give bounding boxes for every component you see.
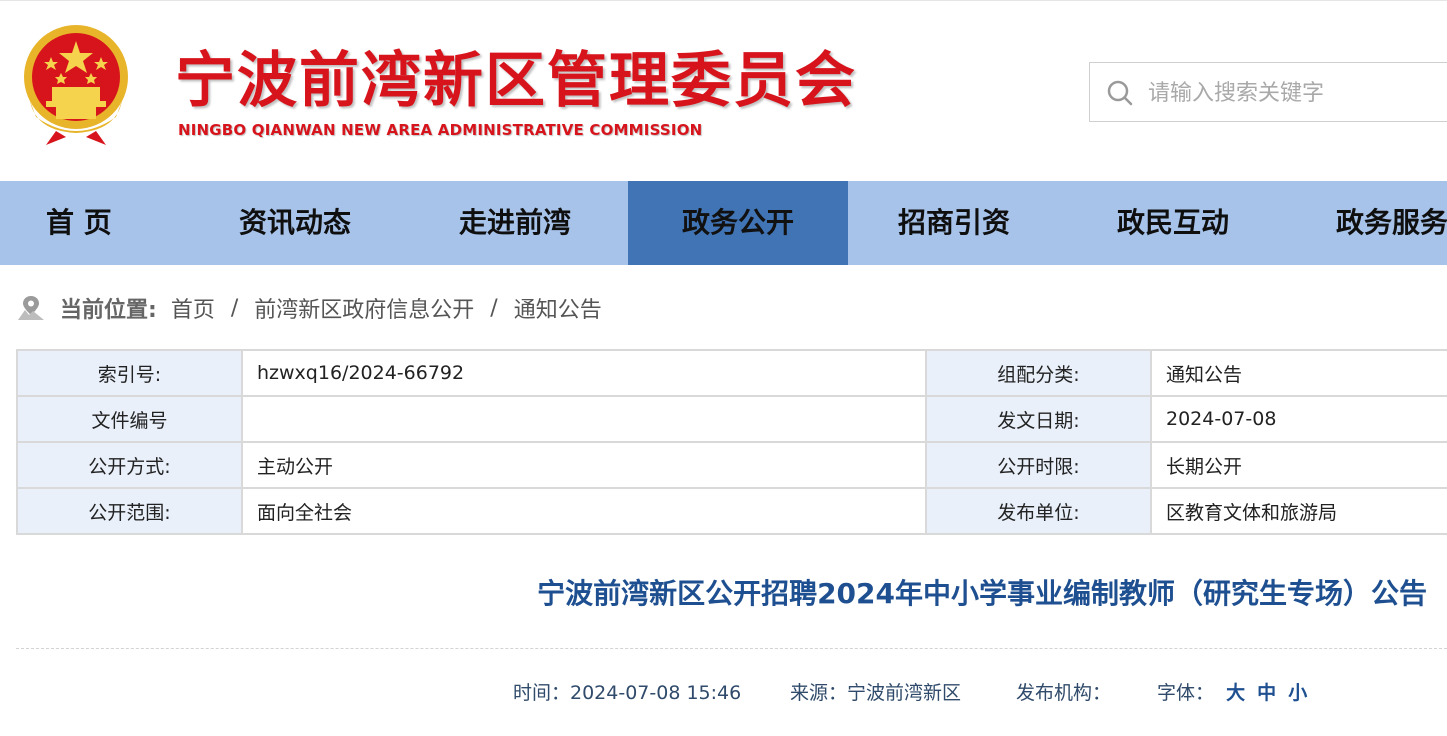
location-icon (18, 296, 44, 320)
font-size-label: 字体： (1157, 682, 1215, 704)
search-box[interactable] (1089, 62, 1447, 122)
site-title: 宁波前湾新区管理委员会 (175, 46, 857, 116)
info-key: 公开方式: (16, 441, 243, 489)
divider (16, 648, 1447, 649)
article-title: 宁波前湾新区公开招聘2024年中小学事业编制教师（研究生专场）公告 (537, 577, 1427, 610)
breadcrumb-gov-info[interactable]: 前湾新区政府信息公开 (254, 292, 474, 324)
nav-item-news[interactable]: 资讯动态 (239, 181, 351, 265)
info-key: 公开时限: (925, 441, 1152, 489)
info-value: hzwxq16/2024-66792 (241, 349, 927, 397)
info-key: 发文日期: (925, 395, 1152, 443)
site-header: 宁波前湾新区管理委员会 NINGBO QIANWAN NEW AREA ADMI… (0, 0, 1447, 181)
article-source: 来源：宁波前湾新区 (790, 682, 962, 704)
nav-item-services[interactable]: 政务服务 (1336, 181, 1447, 265)
table-row: 公开范围: 面向全社会 发布单位: 区教育文体和旅游局 (16, 487, 1447, 535)
font-size-large-button[interactable]: 大 (1226, 682, 1245, 704)
document-info-table: 索引号: hzwxq16/2024-66792 组配分类: 通知公告 文件编号 … (16, 349, 1447, 535)
breadcrumb-notices[interactable]: 通知公告 (514, 292, 602, 324)
info-value: 2024-07-08 (1150, 395, 1447, 443)
info-value: 面向全社会 (241, 487, 927, 535)
breadcrumb-separator: / (230, 295, 239, 321)
info-value: 通知公告 (1150, 349, 1447, 397)
info-key: 公开范围: (16, 487, 243, 535)
info-key: 发布单位: (925, 487, 1152, 535)
nav-item-interaction[interactable]: 政民互动 (1117, 181, 1229, 265)
info-value: 主动公开 (241, 441, 927, 489)
nav-item-about[interactable]: 走进前湾 (459, 181, 571, 265)
breadcrumb-separator: / (490, 295, 498, 321)
nav-item-gov-affairs[interactable]: 政务公开 (628, 181, 848, 265)
search-icon[interactable] (1106, 79, 1134, 107)
table-row: 索引号: hzwxq16/2024-66792 组配分类: 通知公告 (16, 349, 1447, 397)
info-value: 区教育文体和旅游局 (1150, 487, 1447, 535)
info-key: 组配分类: (925, 349, 1152, 397)
info-value: 长期公开 (1150, 441, 1447, 489)
info-key: 索引号: (16, 349, 243, 397)
publishing-organization: 发布机构： (1016, 682, 1112, 704)
table-row: 文件编号 发文日期: 2024-07-08 (16, 395, 1447, 443)
info-value (241, 395, 927, 443)
main-nav: 首 页 资讯动态 走进前湾 政务公开 招商引资 政民互动 政务服务 (0, 181, 1447, 265)
font-size-medium-button[interactable]: 中 (1257, 682, 1276, 704)
table-row: 公开方式: 主动公开 公开时限: 长期公开 (16, 441, 1447, 489)
breadcrumb-label: 当前位置: (60, 298, 157, 323)
breadcrumb-home[interactable]: 首页 (171, 292, 215, 324)
nav-item-investment[interactable]: 招商引资 (898, 181, 1010, 265)
search-input[interactable] (1148, 73, 1447, 113)
national-emblem-icon (24, 25, 128, 145)
breadcrumb: 当前位置: 首页 / 前湾新区政府信息公开 / 通知公告 (16, 290, 602, 326)
nav-item-home[interactable]: 首 页 (46, 181, 112, 265)
font-size-small-button[interactable]: 小 (1288, 682, 1307, 704)
site-subtitle: NINGBO QIANWAN NEW AREA ADMINISTRATIVE C… (178, 121, 703, 139)
font-size-control: 字体： 大 中 小 (1157, 678, 1307, 705)
publish-time: 时间：2024-07-08 15:46 (513, 682, 742, 704)
info-key: 文件编号 (16, 395, 243, 443)
